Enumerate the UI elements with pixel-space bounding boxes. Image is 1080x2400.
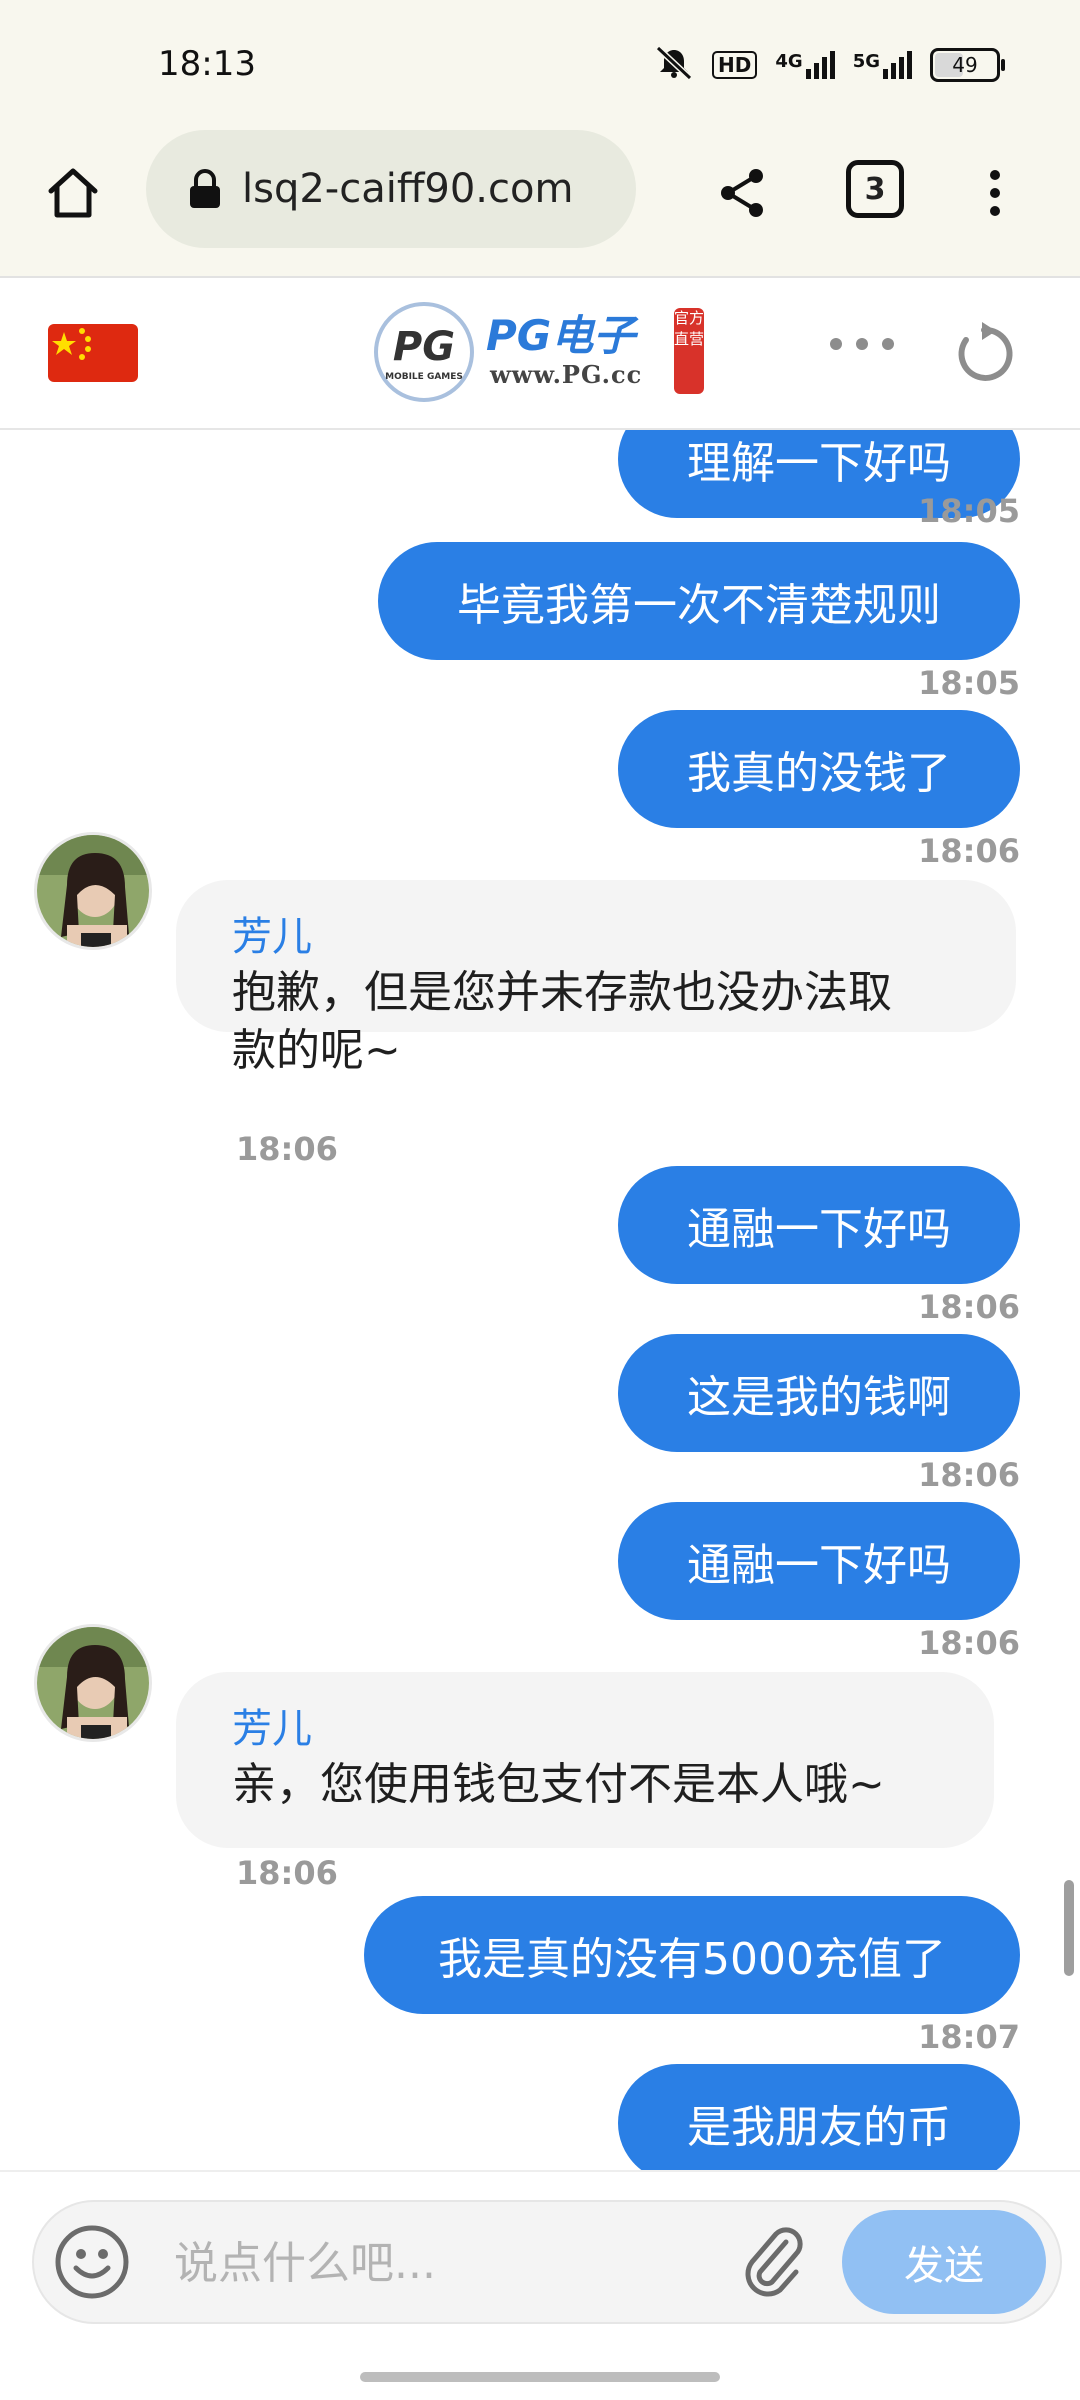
- message-text: 通融一下好吗: [687, 1204, 951, 1255]
- paperclip-icon: [745, 2227, 803, 2297]
- message-input[interactable]: [172, 2232, 736, 2294]
- message-timestamp: 18:05: [918, 492, 1020, 530]
- message-timestamp: 18:06: [918, 1624, 1020, 1662]
- agent-name: 芳儿: [232, 914, 312, 960]
- home-button[interactable]: [40, 160, 106, 226]
- logo-seal: 官方直营: [674, 308, 704, 394]
- site-logo: PG MOBILE GAMES PG电子 www.PG.cc 官方直营: [374, 300, 704, 410]
- outgoing-message-bubble[interactable]: 这是我的钱啊: [618, 1334, 1020, 1452]
- outgoing-message-bubble[interactable]: 我真的没钱了: [618, 710, 1020, 828]
- browser-toolbar: lsq2-caiff90.com 3: [0, 130, 1080, 278]
- outgoing-message-bubble[interactable]: 我是真的没有5000充值了: [364, 1896, 1020, 2014]
- lock-icon: [182, 166, 228, 212]
- signal-4g-icon: 4G: [775, 51, 835, 79]
- outgoing-message-bubble[interactable]: 通融一下好吗: [618, 1502, 1020, 1620]
- message-text: 我真的没钱了: [687, 748, 951, 799]
- message-timestamp: 18:07: [918, 2018, 1020, 2056]
- mute-icon: [654, 45, 694, 84]
- message-timestamp: 18:05: [918, 664, 1020, 702]
- logo-domain: www.PG.cc: [490, 360, 643, 389]
- agent-avatar[interactable]: [34, 1624, 152, 1742]
- message-text: 这是我的钱啊: [687, 1372, 951, 1423]
- status-bar: 18:13 HD 4G 5G 49: [0, 0, 1080, 130]
- message-text: 我是真的没有5000充值了: [438, 1934, 946, 1985]
- message-text: 是我朋友的币: [687, 2102, 951, 2153]
- agent-name: 芳儿: [232, 1706, 312, 1752]
- china-flag-icon[interactable]: [48, 324, 138, 382]
- refresh-icon: [958, 322, 1013, 381]
- message-text: 理解一下好吗: [687, 438, 951, 489]
- incoming-message-bubble[interactable]: 芳儿 亲，您使用钱包支付不是本人哦~: [176, 1672, 994, 1848]
- agent-avatar[interactable]: [34, 832, 152, 950]
- status-icons: HD 4G 5G 49: [654, 45, 1005, 84]
- outgoing-message-bubble[interactable]: 是我朋友的币: [618, 2064, 1020, 2170]
- emoji-icon: [55, 2225, 129, 2299]
- chat-message-list[interactable]: 理解一下好吗 18:05 毕竟我第一次不清楚规则 18:05 我真的没钱了 18…: [0, 430, 1080, 2170]
- battery-icon: 49: [930, 48, 1005, 82]
- hd-icon: HD: [712, 51, 758, 79]
- home-icon: [48, 168, 98, 218]
- message-timestamp: 18:06: [918, 832, 1020, 870]
- message-text: 抱歉，但是您并未存款也没办法取: [232, 967, 892, 1018]
- incoming-message-bubble[interactable]: 芳儿 抱歉，但是您并未存款也没办法取 款的呢~: [176, 880, 1016, 1076]
- battery-level: 49: [952, 53, 978, 77]
- message-text: 亲，您使用钱包支付不是本人哦~: [232, 1759, 885, 1810]
- composer-box: 发送: [32, 2200, 1062, 2324]
- signal-4g-label: 4G: [775, 51, 803, 72]
- address-bar[interactable]: lsq2-caiff90.com: [146, 130, 636, 248]
- tab-switcher-button[interactable]: 3: [846, 160, 904, 218]
- status-time: 18:13: [158, 44, 256, 84]
- message-timestamp: 18:06: [236, 1854, 338, 1892]
- emoji-button[interactable]: [52, 2222, 132, 2302]
- refresh-button[interactable]: [952, 322, 1016, 386]
- message-timestamp: 18:06: [918, 1456, 1020, 1494]
- site-header: PG MOBILE GAMES PG电子 www.PG.cc 官方直营: [0, 278, 1080, 430]
- signal-5g-icon: 5G: [853, 51, 912, 79]
- gesture-bar: [0, 2360, 1080, 2400]
- share-icon: [721, 169, 763, 217]
- message-timestamp: 18:06: [918, 1288, 1020, 1326]
- send-button[interactable]: 发送: [842, 2210, 1046, 2314]
- attach-button[interactable]: [734, 2222, 814, 2302]
- logo-brand: PG电子: [486, 311, 636, 360]
- outgoing-message-bubble[interactable]: 通融一下好吗: [618, 1166, 1020, 1284]
- message-text: 款的呢~: [232, 1025, 401, 1076]
- message-timestamp: 18:06: [236, 1130, 338, 1168]
- message-text: 通融一下好吗: [687, 1540, 951, 1591]
- more-menu-button[interactable]: [970, 160, 1020, 226]
- message-text: 毕竟我第一次不清楚规则: [457, 580, 941, 631]
- message-composer: 发送: [0, 2170, 1080, 2362]
- logo-mark-subtext: MOBILE GAMES: [385, 372, 463, 382]
- chat-scrollbar[interactable]: [1064, 1880, 1074, 1976]
- outgoing-message-bubble[interactable]: 毕竟我第一次不清楚规则: [378, 542, 1020, 660]
- logo-mark-text: PG: [392, 324, 456, 370]
- share-button[interactable]: [710, 160, 776, 226]
- signal-5g-label: 5G: [852, 51, 880, 72]
- home-indicator[interactable]: [360, 2372, 720, 2382]
- more-options-button[interactable]: [830, 338, 894, 350]
- pg-logo-mark: PG MOBILE GAMES: [374, 302, 474, 402]
- url-text[interactable]: lsq2-caiff90.com: [242, 166, 573, 212]
